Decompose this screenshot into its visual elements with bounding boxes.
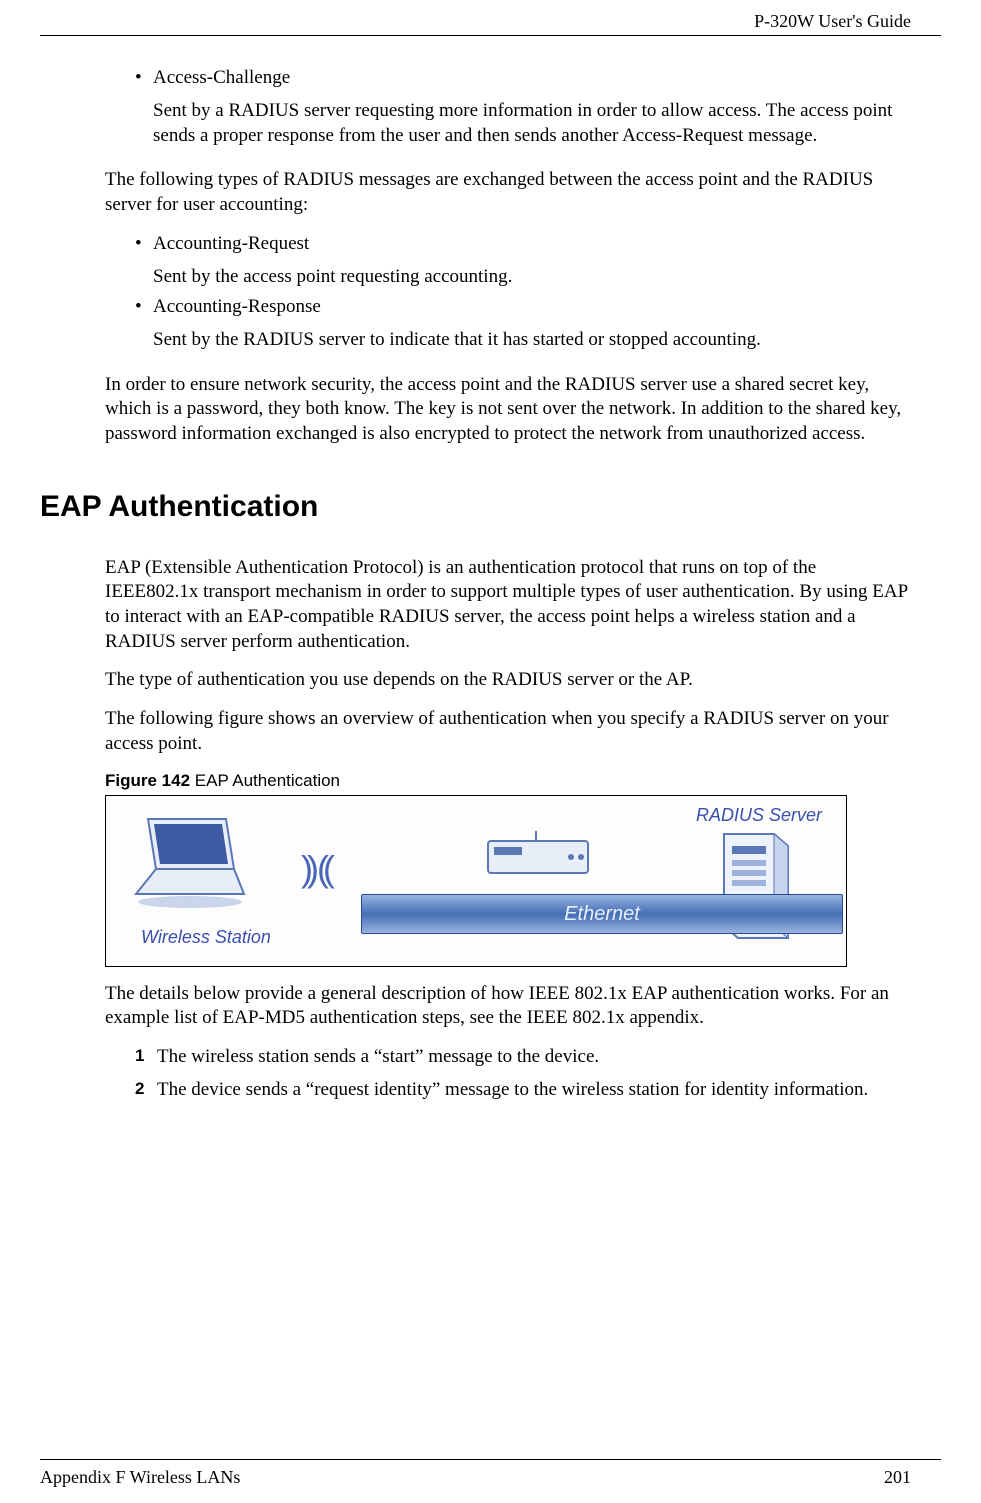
wireless-station-label: Wireless Station [141,926,271,949]
paragraph: In order to ensure network security, the… [105,373,911,447]
step-text: The wireless station sends a “start” mes… [157,1045,911,1070]
paragraph: The type of authentication you use depen… [105,668,911,693]
footer-appendix-label: Appendix F Wireless LANs [40,1466,240,1489]
bullet-title: Accounting-Request [153,232,911,257]
bullet-description: Sent by the RADIUS server to indicate th… [153,328,911,353]
bullet-title: Access-Challenge [153,66,911,91]
figure-number: Figure 142 [105,771,190,790]
ethernet-label: Ethernet [564,903,640,925]
ethernet-bar: Ethernet [361,894,843,934]
wireless-signal-icon: )) (( [301,846,329,893]
access-point-icon [486,831,596,883]
figure-caption: Figure 142 EAP Authentication [105,770,911,792]
laptop-icon [126,814,246,909]
paragraph: EAP (Extensible Authentication Protocol)… [105,556,911,655]
paragraph: The following figure shows an overview o… [105,707,911,756]
page-footer: Appendix F Wireless LANs 201 [40,1459,941,1489]
paragraph: The details below provide a general desc… [105,982,911,1031]
step-number: 2 [135,1078,157,1103]
step-text: The device sends a “request identity” me… [157,1078,911,1103]
bullet-marker: • [135,295,153,320]
bullet-title: Accounting-Response [153,295,911,320]
footer-page-number: 201 [884,1466,911,1489]
bullet-description: Sent by a RADIUS server requesting more … [153,99,911,148]
paragraph: The following types of RADIUS messages a… [105,168,911,217]
bullet-marker: • [135,66,153,91]
figure-eap-authentication: )) (( Ethernet Wireless Station [105,795,847,967]
radius-server-label: RADIUS Server [696,804,822,827]
bullet-marker: • [135,232,153,257]
footer-rule [40,1459,941,1460]
figure-title: EAP Authentication [190,771,340,790]
header-rule [40,35,941,36]
section-heading-eap-authentication: EAP Authentication [40,487,911,526]
header-guide-title: P-320W User's Guide [40,0,941,35]
bullet-description: Sent by the access point requesting acco… [153,265,911,290]
step-number: 1 [135,1045,157,1070]
